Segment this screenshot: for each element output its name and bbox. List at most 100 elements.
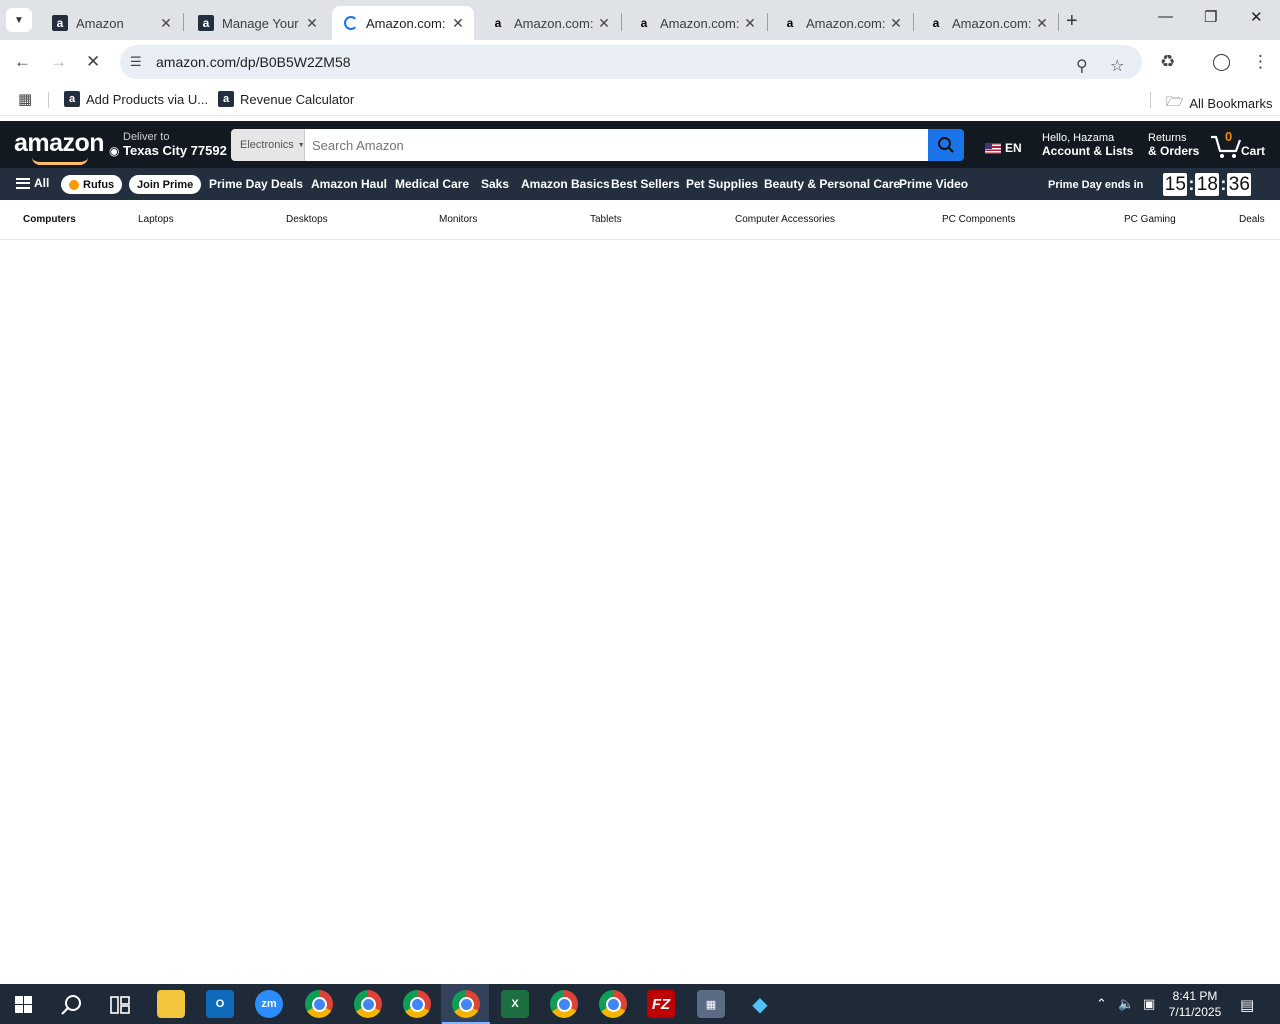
nav-best-sellers[interactable]: Best Sellers: [611, 177, 680, 191]
nav-prime-day-deals[interactable]: Prime Day Deals: [209, 177, 303, 191]
apps-grid-icon[interactable]: ▦: [18, 90, 32, 108]
nav-medical-care[interactable]: Medical Care: [395, 177, 469, 191]
excel-icon[interactable]: X: [501, 990, 529, 1018]
speaker-muted-icon[interactable]: 🔈: [1118, 996, 1134, 1012]
join-prime-button[interactable]: Join Prime: [129, 175, 202, 194]
filezilla-icon[interactable]: FZ: [647, 990, 675, 1018]
returns-and-orders[interactable]: Returns & Orders: [1148, 132, 1199, 158]
close-icon[interactable]: ✕: [450, 15, 466, 32]
deliver-to-location[interactable]: ◉ Deliver to Texas City 77592: [109, 131, 227, 158]
zoom-magnifier-icon[interactable]: ⚲: [1076, 56, 1088, 76]
new-tab-plus-icon[interactable]: +: [1066, 10, 1078, 33]
subnav-deals[interactable]: Deals: [1239, 214, 1265, 225]
amazon-logo[interactable]: amazon: [14, 129, 105, 165]
chrome-icon[interactable]: [305, 990, 333, 1018]
close-icon[interactable]: ✕: [1034, 15, 1050, 32]
tab-title: Amazon.com:: [660, 15, 740, 31]
returns-label: Returns: [1148, 132, 1187, 144]
tab-7[interactable]: a Amazon.com: ✕: [916, 6, 1058, 40]
close-icon[interactable]: ✕: [596, 15, 612, 32]
all-bookmarks-button[interactable]: 🗁 All Bookmarks: [1166, 91, 1272, 115]
chrome-icon[interactable]: [354, 990, 382, 1018]
amazon-favicon-icon: a: [786, 16, 794, 30]
countdown-colon: :: [1188, 174, 1195, 194]
rufus-button[interactable]: Rufus: [61, 175, 123, 194]
account-and-lists[interactable]: Hello, Hazama Account & Lists: [1042, 132, 1133, 158]
subnav-computer-accessories[interactable]: Computer Accessories: [735, 214, 835, 225]
extensions-puzzle-icon[interactable]: ♻: [1160, 52, 1175, 72]
all-menu-button[interactable]: All: [16, 176, 49, 190]
file-explorer-icon[interactable]: [157, 990, 185, 1018]
subnav-desktops[interactable]: Desktops: [286, 214, 328, 225]
profile-icon[interactable]: ◯: [1212, 52, 1231, 72]
stop-loading-icon[interactable]: ✕: [86, 52, 100, 72]
rufus-icon: [69, 179, 79, 190]
tray-overflow-chevron-icon[interactable]: ⌃: [1096, 996, 1107, 1012]
category-label: Electronics: [240, 139, 294, 151]
language-selector[interactable]: EN: [985, 141, 1022, 155]
cart-count: 0: [1225, 129, 1233, 144]
app-diamond-icon[interactable]: ◆: [746, 990, 774, 1018]
task-view-icon[interactable]: [110, 996, 130, 1014]
chrome-icon[interactable]: [442, 990, 490, 1024]
tab-6[interactable]: a Amazon.com: ✕: [770, 6, 912, 40]
tab-3-active[interactable]: Amazon.com: ✕: [332, 6, 474, 40]
tab-divider: [621, 13, 622, 31]
search-input[interactable]: [305, 129, 928, 161]
chrome-icon[interactable]: [403, 990, 431, 1018]
search-submit-button[interactable]: [928, 129, 964, 161]
tab-4[interactable]: a Amazon.com: ✕: [478, 6, 620, 40]
subnav-laptops[interactable]: Laptops: [138, 214, 174, 225]
clock-date: 7/11/2025: [1168, 1005, 1222, 1019]
address-bar[interactable]: ☰ amazon.com/dp/B0B5W2ZM58 ⚲ ☆: [120, 45, 1142, 79]
tab-divider: [767, 13, 768, 31]
tab-2[interactable]: a Manage Your ✕: [186, 6, 328, 40]
tab-1[interactable]: a Amazon ✕: [40, 6, 182, 40]
subnav-monitors[interactable]: Monitors: [439, 214, 477, 225]
restore-icon[interactable]: ❐: [1204, 8, 1217, 26]
window-close-icon[interactable]: ✕: [1250, 8, 1263, 26]
chrome-icon[interactable]: [550, 990, 578, 1018]
nav-beauty-personal-care[interactable]: Beauty & Personal Care: [764, 177, 900, 191]
taskbar-search-icon[interactable]: [61, 994, 83, 1016]
forward-arrow-icon[interactable]: →: [50, 52, 67, 72]
tab-5[interactable]: a Amazon.com: ✕: [624, 6, 766, 40]
bookmark-divider: [48, 92, 49, 108]
network-icon[interactable]: ▣: [1143, 996, 1155, 1012]
subnav-computers[interactable]: Computers: [23, 214, 76, 225]
url-text[interactable]: amazon.com/dp/B0B5W2ZM58: [156, 54, 351, 70]
minimize-icon[interactable]: —: [1158, 8, 1173, 25]
chrome-icon[interactable]: [599, 990, 627, 1018]
cart-button[interactable]: 0 Cart: [1210, 129, 1270, 161]
close-icon[interactable]: ✕: [742, 15, 758, 32]
menu-kebab-icon[interactable]: ⋮: [1252, 52, 1269, 72]
subnav-tablets[interactable]: Tablets: [590, 214, 622, 225]
tab-search-button[interactable]: ▼: [6, 8, 32, 32]
close-icon[interactable]: ✕: [158, 15, 174, 32]
nav-prime-video[interactable]: Prime Video: [899, 177, 968, 191]
outlook-icon[interactable]: O: [206, 990, 234, 1018]
subnav-pc-components[interactable]: PC Components: [942, 214, 1015, 225]
nav-amazon-basics[interactable]: Amazon Basics: [521, 177, 610, 191]
search-category-dropdown[interactable]: Electronics ▼: [231, 129, 305, 161]
zoom-icon[interactable]: zm: [255, 990, 283, 1018]
bookmark-add-products[interactable]: a Add Products via U...: [64, 91, 208, 107]
tab-title: Manage Your: [222, 15, 299, 31]
back-arrow-icon[interactable]: ←: [14, 52, 31, 72]
subnav-pc-gaming[interactable]: PC Gaming: [1124, 214, 1176, 225]
calculator-icon[interactable]: ▦: [697, 990, 725, 1018]
site-info-icon[interactable]: ☰: [130, 54, 146, 70]
windows-start-icon[interactable]: [15, 996, 32, 1013]
bookmark-revenue-calculator[interactable]: a Revenue Calculator: [218, 91, 354, 107]
nav-amazon-haul[interactable]: Amazon Haul: [311, 177, 387, 191]
system-clock[interactable]: 8:41 PM 7/11/2025: [1168, 988, 1222, 1020]
smile-arrow-icon: [32, 157, 88, 165]
nav-saks[interactable]: Saks: [481, 177, 509, 191]
bookmark-star-icon[interactable]: ☆: [1110, 56, 1124, 76]
windows-taskbar: O zm X FZ ▦ ◆ ⌃ 🔈 ▣ 8:41 PM 7/11/2025 ▤: [0, 984, 1280, 1024]
countdown-hours: 15: [1163, 173, 1188, 196]
close-icon[interactable]: ✕: [888, 15, 904, 32]
notifications-icon[interactable]: ▤: [1240, 996, 1254, 1014]
nav-pet-supplies[interactable]: Pet Supplies: [686, 177, 758, 191]
close-icon[interactable]: ✕: [304, 15, 320, 32]
